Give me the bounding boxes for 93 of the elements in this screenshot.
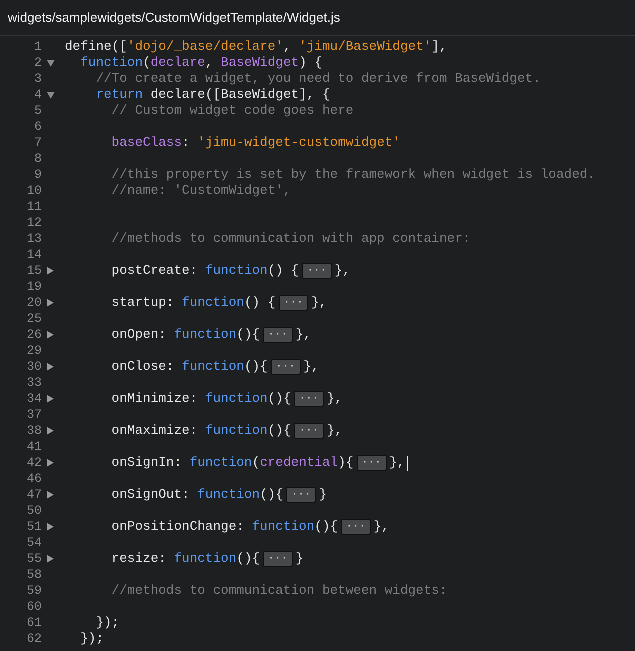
line-number: 8	[33, 151, 42, 167]
fold-placeholder[interactable]: ···	[294, 423, 324, 439]
code-text: },	[334, 263, 350, 279]
code-text: onMaximize: function(){	[110, 423, 292, 439]
line-number: 54	[26, 535, 42, 551]
line-number: 59	[26, 583, 42, 599]
code-text: onPositionChange: function(){	[110, 519, 338, 535]
fold-placeholder[interactable]: ···	[286, 487, 316, 503]
fold-placeholder[interactable]: ···	[294, 391, 324, 407]
triangle-right-icon[interactable]	[47, 555, 54, 563]
fold-placeholder[interactable]: ···	[278, 295, 308, 311]
code-text: onOpen: function(){	[110, 327, 260, 343]
line-number: 38	[26, 423, 42, 439]
line-number: 55	[26, 551, 42, 567]
triangle-down-icon[interactable]	[47, 92, 55, 98]
line-number: 3	[33, 71, 42, 87]
line-number: 4	[33, 87, 42, 103]
code-text: },	[327, 423, 343, 439]
line-number: 6	[33, 119, 42, 135]
triangle-right-icon[interactable]	[47, 427, 54, 435]
line-number: 9	[33, 167, 42, 183]
line-number: 37	[26, 407, 42, 423]
code-text: //methods to communication between widgets:	[110, 583, 448, 599]
code-text: });	[80, 631, 104, 647]
line-number: 29	[26, 343, 42, 359]
fold-placeholder[interactable]: ···	[356, 455, 386, 471]
triangle-right-icon[interactable]	[47, 331, 54, 339]
line-number: 1	[33, 39, 42, 55]
triangle-right-icon[interactable]	[47, 459, 54, 467]
code-text: define(['dojo/_base/declare', 'jimu/BaseWidget'],	[65, 39, 448, 55]
fold-placeholder[interactable]: ···	[341, 519, 371, 535]
line-number: 12	[26, 215, 42, 231]
code-text: },	[327, 391, 343, 407]
code-text: //name: 'CustomWidget',	[110, 183, 292, 199]
code-text: startup: function() {	[110, 295, 276, 311]
file-path-title: widgets/samplewidgets/CustomWidgetTemplate/Widget.js	[8, 10, 340, 25]
line-number: 51	[26, 519, 42, 535]
triangle-right-icon[interactable]	[47, 363, 54, 371]
code-text: resize: function(){	[110, 551, 260, 567]
line-number: 60	[26, 599, 42, 615]
code-text: function(declare, BaseWidget) {	[80, 55, 322, 71]
code-text: onMinimize: function(){	[110, 391, 292, 407]
line-number: 14	[26, 247, 42, 263]
code-text: },	[390, 455, 406, 471]
triangle-right-icon[interactable]	[47, 267, 54, 275]
code-text: onClose: function(){	[110, 359, 268, 375]
line-number: 33	[26, 375, 42, 391]
code-text: });	[95, 615, 120, 631]
line-number: 10	[26, 183, 42, 199]
code-text: onSignOut: function(){	[110, 487, 284, 503]
code-text: //To create a widget, you need to derive from BaseWidget.	[95, 71, 541, 87]
line-number: 47	[26, 487, 42, 503]
code-text: onSignIn: function(credential){	[110, 455, 354, 471]
line-number: 46	[26, 471, 42, 487]
code-text: },	[304, 359, 320, 375]
line-number: 7	[33, 135, 42, 151]
code-text: }	[296, 551, 304, 567]
code-text: return declare([BaseWidget], {	[95, 87, 330, 103]
line-number: 20	[26, 295, 42, 311]
line-number: 5	[33, 103, 42, 119]
code-text: }	[319, 487, 328, 503]
triangle-down-icon[interactable]	[47, 60, 55, 66]
line-number: 2	[33, 55, 42, 71]
line-number: 42	[26, 455, 42, 471]
fold-placeholder[interactable]: ···	[263, 551, 293, 567]
line-number: 19	[26, 279, 42, 295]
line-number: 41	[26, 439, 42, 455]
code-text: },	[311, 295, 328, 311]
code-text: },	[374, 519, 390, 535]
fold-placeholder[interactable]: ···	[263, 327, 293, 343]
triangle-right-icon[interactable]	[47, 491, 54, 499]
line-number: 30	[26, 359, 42, 375]
code-text: postCreate: function() {	[110, 263, 300, 279]
code-text: },	[296, 327, 312, 343]
fold-placeholder[interactable]: ···	[270, 359, 301, 375]
line-number: 15	[26, 263, 42, 279]
line-number: 58	[26, 567, 42, 583]
triangle-right-icon[interactable]	[47, 299, 54, 307]
code-text: //this property is set by the framework when widget is loaded.	[110, 167, 596, 183]
code-text: baseClass: 'jimu-widget-customwidget'	[110, 135, 400, 151]
line-number: 50	[26, 503, 42, 519]
line-number: 26	[26, 327, 42, 343]
code-text: // Custom widget code goes here	[110, 103, 354, 119]
triangle-right-icon[interactable]	[47, 523, 54, 531]
line-number: 34	[26, 391, 42, 407]
line-number: 25	[26, 311, 42, 327]
code-text: //methods to communication with app container:	[110, 231, 471, 247]
triangle-right-icon[interactable]	[47, 395, 54, 403]
fold-placeholder[interactable]: ···	[302, 263, 332, 279]
line-number: 61	[26, 615, 42, 631]
line-number: 11	[26, 199, 42, 215]
line-number: 13	[26, 231, 42, 247]
line-number: 62	[26, 631, 42, 647]
